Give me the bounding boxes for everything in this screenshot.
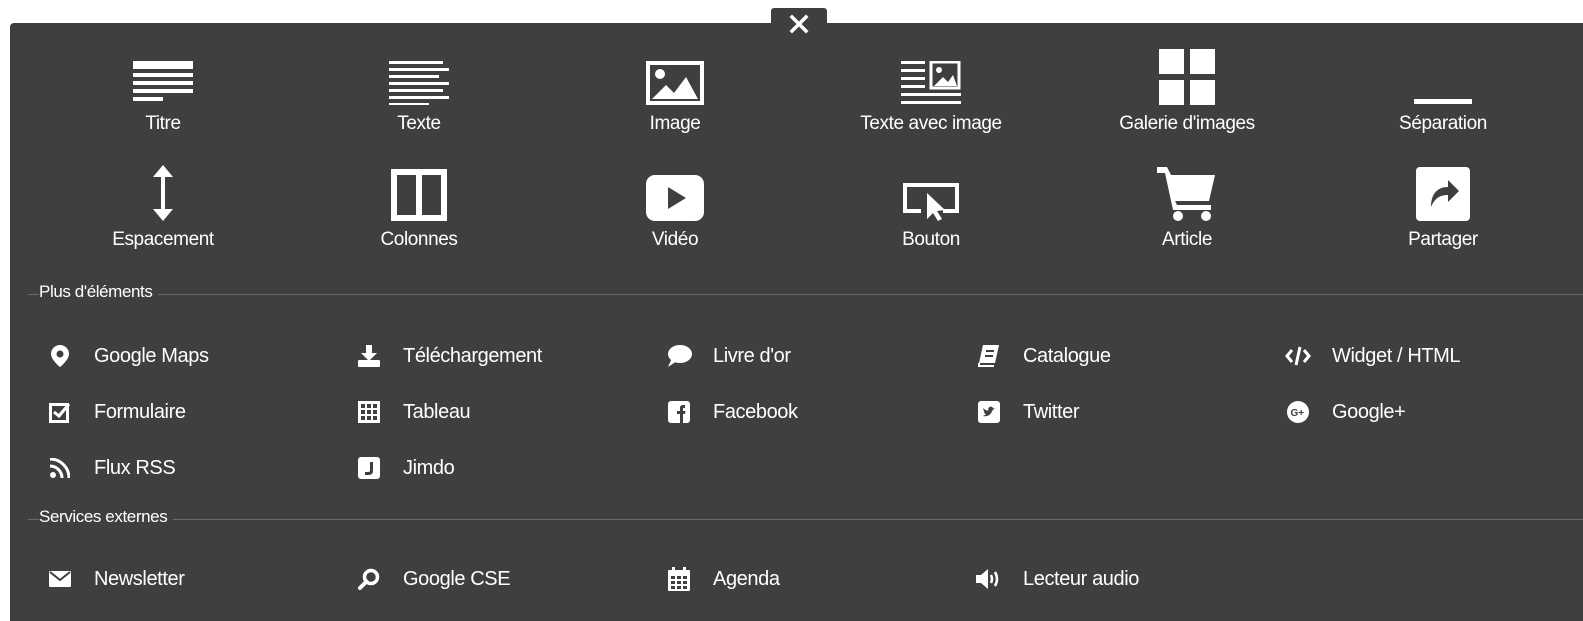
tile-texte[interactable]: Texte	[319, 49, 519, 149]
external-services-section-header: Services externes	[28, 507, 1583, 529]
item-label: Livre d'or	[713, 344, 791, 367]
tile-label: Espacement	[112, 229, 214, 250]
rss-icon	[46, 456, 74, 480]
section-title: Plus d'éléments	[39, 282, 159, 302]
add-element-panel: Titre Texte Image Texte avec image Galer…	[10, 23, 1583, 621]
speech-bubble-icon	[665, 344, 693, 368]
tile-titre[interactable]: Titre	[63, 49, 263, 149]
text-icon	[379, 49, 459, 105]
item-label: Lecteur audio	[1023, 567, 1140, 590]
tile-video[interactable]: Vidéo	[575, 165, 775, 265]
item-agenda[interactable]: Agenda	[665, 564, 780, 594]
item-label: Widget / HTML	[1332, 344, 1461, 367]
separator-icon	[1403, 49, 1483, 105]
item-widget-html[interactable]: Widget / HTML	[1284, 341, 1461, 371]
tile-image[interactable]: Image	[575, 49, 775, 149]
spacing-icon	[123, 165, 203, 221]
tile-label: Texte	[397, 113, 441, 134]
section-divider	[28, 519, 1583, 520]
video-icon	[635, 165, 715, 221]
map-pin-icon	[46, 344, 74, 368]
item-google-cse[interactable]: Google CSE	[355, 564, 511, 594]
tile-article[interactable]: Article	[1087, 165, 1287, 265]
tile-label: Séparation	[1399, 113, 1487, 134]
share-icon	[1403, 165, 1483, 221]
tile-separation[interactable]: Séparation	[1343, 49, 1543, 149]
tile-label: Colonnes	[380, 229, 458, 250]
tile-label: Galerie d'images	[1119, 113, 1255, 134]
table-icon	[355, 400, 383, 424]
item-label: Google Maps	[94, 344, 209, 367]
close-button[interactable]	[771, 8, 827, 40]
code-icon	[1284, 344, 1312, 368]
main-elements-row-2: Espacement Colonnes Vidéo Bouton Article…	[10, 165, 1583, 275]
item-label: Tableau	[403, 400, 471, 423]
book-icon	[975, 344, 1003, 368]
close-icon	[789, 14, 809, 34]
item-formulaire[interactable]: Formulaire	[46, 397, 186, 427]
main-elements-row-1: Titre Texte Image Texte avec image Galer…	[10, 49, 1583, 159]
tile-label: Vidéo	[651, 229, 699, 250]
more-elements-section-header: Plus d'éléments	[28, 282, 1583, 304]
title-icon	[123, 49, 203, 105]
item-label: Formulaire	[94, 400, 186, 423]
item-label: Facebook	[713, 400, 798, 423]
section-divider	[28, 294, 1583, 295]
image-icon	[635, 49, 715, 105]
item-catalogue[interactable]: Catalogue	[975, 341, 1111, 371]
columns-icon	[379, 165, 459, 221]
download-icon	[355, 344, 383, 368]
tile-espacement[interactable]: Espacement	[63, 165, 263, 265]
tile-texte-avec-image[interactable]: Texte avec image	[831, 49, 1031, 149]
item-label: Google+	[1332, 400, 1406, 423]
facebook-icon	[665, 400, 693, 424]
item-google-maps[interactable]: Google Maps	[46, 341, 209, 371]
item-twitter[interactable]: Twitter	[975, 397, 1080, 427]
item-label: Jimdo	[403, 456, 455, 479]
tile-partager[interactable]: Partager	[1343, 165, 1543, 265]
gallery-icon	[1147, 49, 1227, 105]
item-flux-rss[interactable]: Flux RSS	[46, 453, 176, 483]
item-facebook[interactable]: Facebook	[665, 397, 798, 427]
calendar-icon	[665, 567, 693, 591]
item-label: Téléchargement	[403, 344, 542, 367]
cart-icon	[1147, 165, 1227, 221]
item-lecteur-audio[interactable]: Lecteur audio	[975, 564, 1139, 594]
tile-label: Bouton	[902, 229, 960, 250]
item-label: Newsletter	[94, 567, 185, 590]
item-google-plus[interactable]: G+ Google+	[1284, 397, 1406, 427]
tile-label: Texte avec image	[860, 113, 1002, 134]
speaker-icon	[975, 567, 1003, 591]
item-newsletter[interactable]: Newsletter	[46, 564, 185, 594]
twitter-icon	[975, 400, 1003, 424]
tile-label: Partager	[1408, 229, 1478, 250]
tile-label: Article	[1162, 229, 1212, 250]
jimdo-icon	[355, 456, 383, 480]
item-label: Google CSE	[403, 567, 511, 590]
checkbox-icon	[46, 400, 74, 424]
tile-colonnes[interactable]: Colonnes	[319, 165, 519, 265]
search-icon	[355, 567, 383, 591]
item-label: Agenda	[713, 567, 780, 590]
envelope-icon	[46, 567, 74, 591]
item-label: Flux RSS	[94, 456, 176, 479]
item-livre-dor[interactable]: Livre d'or	[665, 341, 791, 371]
tile-galerie[interactable]: Galerie d'images	[1087, 49, 1287, 149]
text-with-image-icon	[891, 49, 971, 105]
item-label: Catalogue	[1023, 344, 1111, 367]
google-plus-icon: G+	[1284, 400, 1312, 424]
section-title: Services externes	[39, 507, 174, 527]
item-label: Twitter	[1023, 400, 1080, 423]
item-tableau[interactable]: Tableau	[355, 397, 471, 427]
item-telechargement[interactable]: Téléchargement	[355, 341, 542, 371]
button-icon	[891, 165, 971, 221]
tile-bouton[interactable]: Bouton	[831, 165, 1031, 265]
item-jimdo[interactable]: Jimdo	[355, 453, 455, 483]
tile-label: Titre	[145, 113, 181, 134]
tile-label: Image	[649, 113, 701, 134]
svg-text:G+: G+	[1291, 408, 1305, 419]
